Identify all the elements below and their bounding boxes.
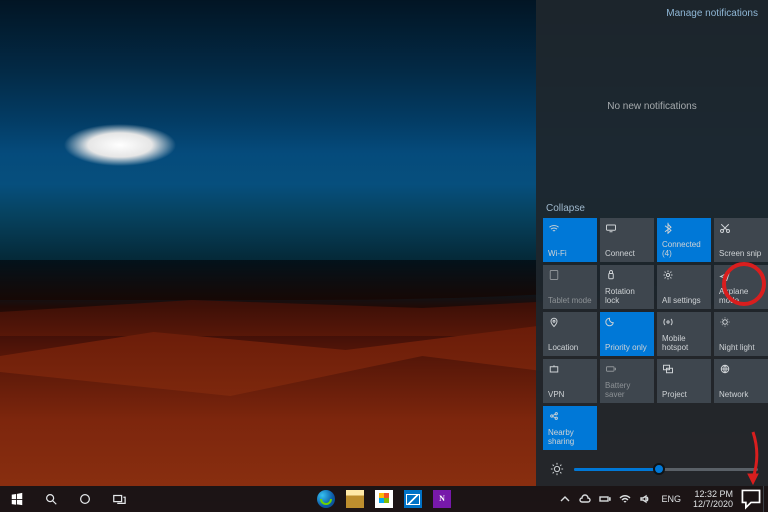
wifi-icon bbox=[619, 493, 631, 505]
battery-icon bbox=[605, 363, 617, 375]
tile-screen-snip[interactable]: Screen snip bbox=[714, 218, 768, 262]
brightness-thumb[interactable] bbox=[653, 463, 665, 475]
mail-icon bbox=[404, 490, 422, 508]
tile-label: Battery saver bbox=[605, 381, 649, 399]
tile-label: All settings bbox=[662, 296, 706, 305]
quick-action-grid: Wi-Fi Connect Connected (4) Screen snip … bbox=[536, 218, 768, 456]
taskbar-app-mail[interactable] bbox=[400, 488, 426, 510]
tray-overflow[interactable] bbox=[555, 486, 575, 512]
language-indicator[interactable]: ENG bbox=[655, 494, 687, 504]
tile-connect[interactable]: Connect bbox=[600, 218, 654, 262]
clock-date: 12/7/2020 bbox=[693, 499, 733, 509]
edge-icon bbox=[317, 490, 335, 508]
brightness-icon bbox=[550, 462, 564, 476]
taskbar-app-explorer[interactable] bbox=[342, 488, 368, 510]
action-center-button[interactable] bbox=[739, 486, 763, 512]
no-notifications-text: No new notifications bbox=[536, 27, 768, 197]
wifi-icon bbox=[548, 222, 560, 234]
hotspot-icon bbox=[662, 316, 674, 328]
tile-priority-only[interactable]: Priority only bbox=[600, 312, 654, 356]
show-desktop-button[interactable] bbox=[763, 486, 768, 512]
tile-battery-saver[interactable]: Battery saver bbox=[600, 359, 654, 403]
tile-label: Wi-Fi bbox=[548, 249, 592, 258]
volume-icon bbox=[639, 493, 651, 505]
cortana-icon bbox=[78, 492, 92, 506]
tablet-icon bbox=[548, 269, 560, 281]
bluetooth-icon bbox=[662, 222, 674, 234]
taskbar-clock[interactable]: 12:32 PM 12/7/2020 bbox=[687, 489, 739, 509]
tile-location[interactable]: Location bbox=[543, 312, 597, 356]
tile-project[interactable]: Project bbox=[657, 359, 711, 403]
search-button[interactable] bbox=[34, 486, 68, 512]
tile-label: Location bbox=[548, 343, 592, 352]
tile-vpn[interactable]: VPN bbox=[543, 359, 597, 403]
tile-rotation-lock[interactable]: Rotation lock bbox=[600, 265, 654, 309]
night-light-icon bbox=[719, 316, 731, 328]
tray-volume[interactable] bbox=[635, 486, 655, 512]
search-icon bbox=[44, 492, 58, 506]
tile-tablet-mode[interactable]: Tablet mode bbox=[543, 265, 597, 309]
tile-label: Project bbox=[662, 390, 706, 399]
connect-icon bbox=[605, 222, 617, 234]
battery-icon bbox=[599, 493, 611, 505]
tile-label: Airplane mode bbox=[719, 287, 763, 305]
rotation-lock-icon bbox=[605, 269, 617, 281]
project-icon bbox=[662, 363, 674, 375]
vpn-icon bbox=[548, 363, 560, 375]
folder-icon bbox=[346, 490, 364, 508]
airplane-icon bbox=[719, 269, 731, 281]
windows-icon bbox=[10, 492, 24, 506]
tray-onedrive[interactable] bbox=[575, 486, 595, 512]
tile-night-light[interactable]: Night light bbox=[714, 312, 768, 356]
clock-time: 12:32 PM bbox=[693, 489, 733, 499]
task-view-icon bbox=[112, 492, 126, 506]
tray-battery[interactable] bbox=[595, 486, 615, 512]
tile-label: Priority only bbox=[605, 343, 649, 352]
tray-network[interactable] bbox=[615, 486, 635, 512]
start-button[interactable] bbox=[0, 486, 34, 512]
taskbar-app-store[interactable] bbox=[371, 488, 397, 510]
tile-label: Network bbox=[719, 390, 763, 399]
cortana-button[interactable] bbox=[68, 486, 102, 512]
onenote-icon: N bbox=[433, 490, 451, 508]
scissors-icon bbox=[719, 222, 731, 234]
brightness-track[interactable] bbox=[574, 468, 758, 471]
manage-notifications-link[interactable]: Manage notifications bbox=[666, 8, 758, 19]
tile-label: Mobile hotspot bbox=[662, 334, 706, 352]
tile-bluetooth[interactable]: Connected (4) bbox=[657, 218, 711, 262]
tile-all-settings[interactable]: All settings bbox=[657, 265, 711, 309]
tile-label: Rotation lock bbox=[605, 287, 649, 305]
tile-wifi[interactable]: Wi-Fi bbox=[543, 218, 597, 262]
moon-icon bbox=[605, 316, 617, 328]
store-icon bbox=[375, 490, 393, 508]
tile-label: Screen snip bbox=[719, 249, 763, 258]
tile-airplane-mode[interactable]: Airplane mode bbox=[714, 265, 768, 309]
brightness-slider[interactable] bbox=[536, 456, 768, 486]
tile-mobile-hotspot[interactable]: Mobile hotspot bbox=[657, 312, 711, 356]
notification-icon bbox=[739, 487, 763, 511]
tile-label: Connected (4) bbox=[662, 240, 706, 258]
tile-nearby-sharing[interactable]: Nearby sharing bbox=[543, 406, 597, 450]
gear-icon bbox=[662, 269, 674, 281]
tile-label: Connect bbox=[605, 249, 649, 258]
taskbar-app-onenote[interactable]: N bbox=[429, 488, 455, 510]
cloud-icon bbox=[579, 493, 591, 505]
chevron-up-icon bbox=[559, 493, 571, 505]
tile-label: Night light bbox=[719, 343, 763, 352]
tile-network[interactable]: Network bbox=[714, 359, 768, 403]
action-center-panel: Manage notifications No new notification… bbox=[536, 0, 768, 486]
taskbar-app-edge[interactable] bbox=[313, 488, 339, 510]
taskbar-pinned-apps: N bbox=[313, 488, 455, 510]
collapse-link[interactable]: Collapse bbox=[536, 197, 768, 218]
nearby-sharing-icon bbox=[548, 410, 560, 422]
tile-label: VPN bbox=[548, 390, 592, 399]
network-icon bbox=[719, 363, 731, 375]
task-view-button[interactable] bbox=[102, 486, 136, 512]
location-icon bbox=[548, 316, 560, 328]
taskbar: N ENG 12:32 PM 12/7/2020 bbox=[0, 486, 768, 512]
tile-label: Nearby sharing bbox=[548, 428, 592, 446]
tile-label: Tablet mode bbox=[548, 296, 592, 305]
